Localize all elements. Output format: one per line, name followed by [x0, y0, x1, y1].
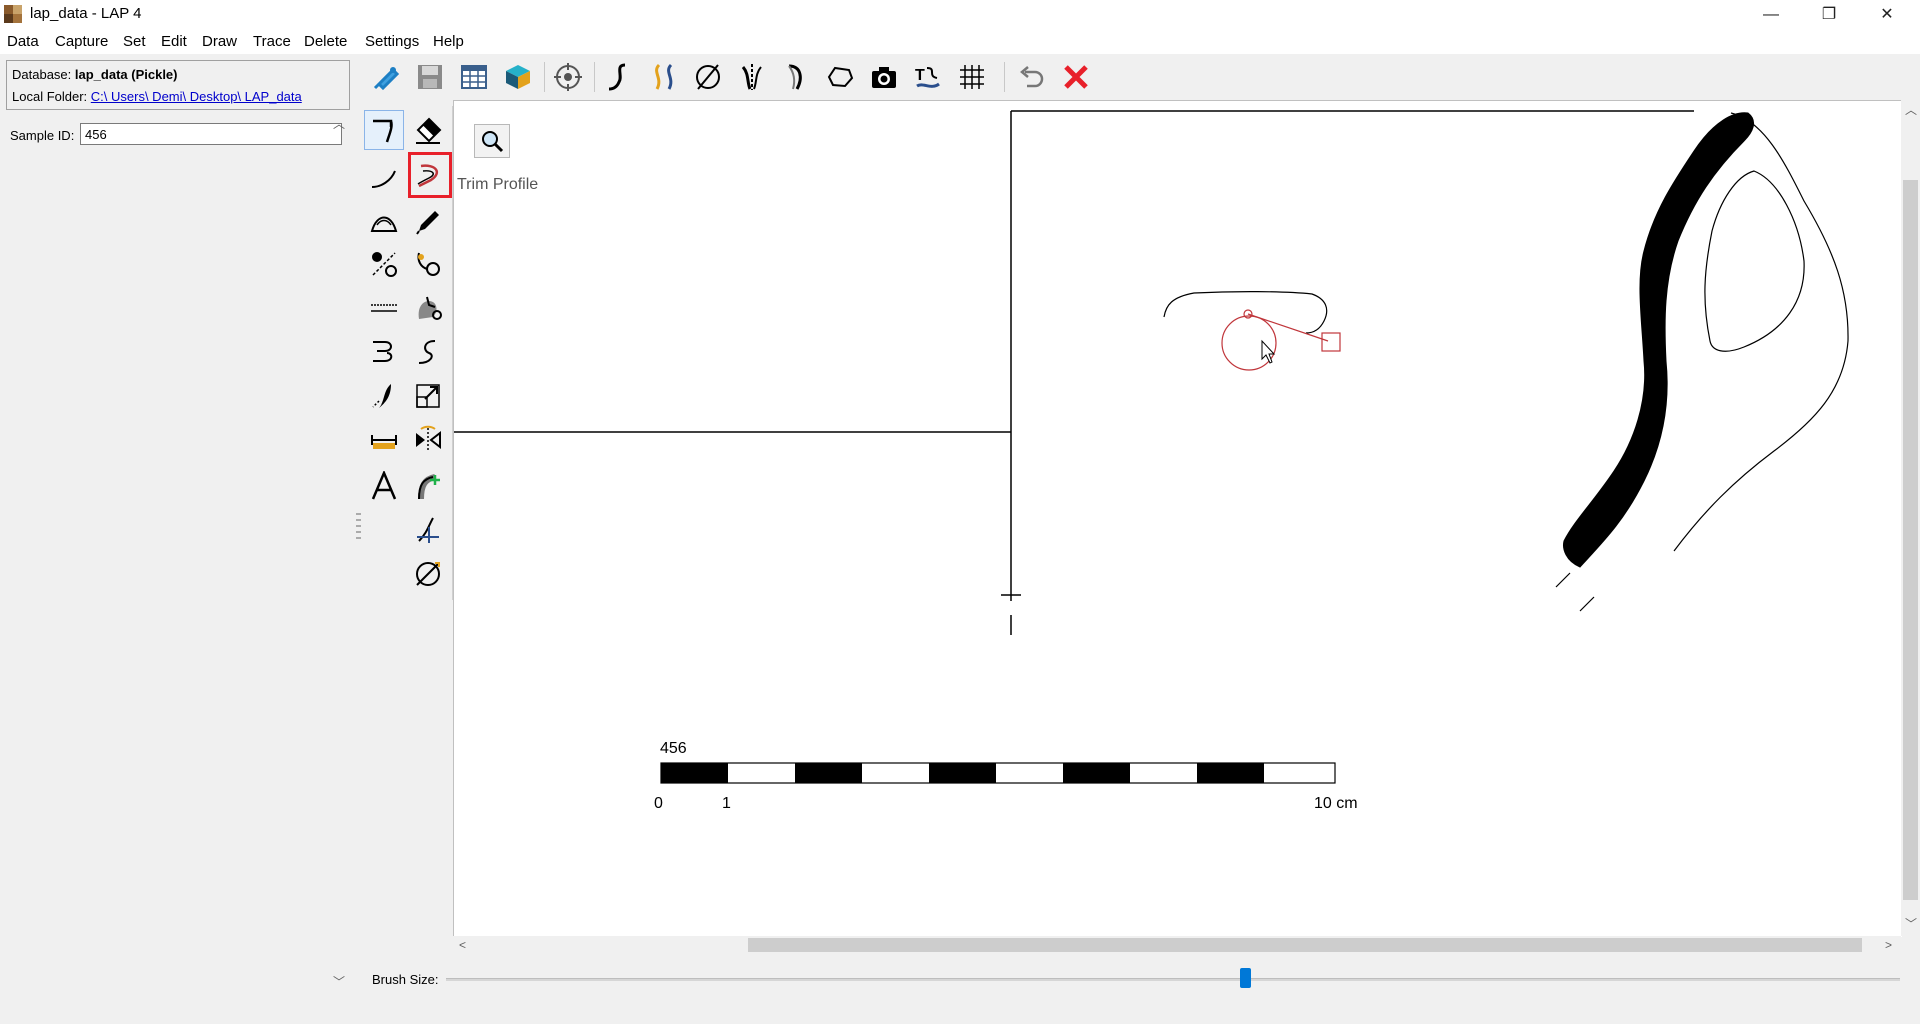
- menu-delete[interactable]: Delete: [304, 33, 347, 50]
- arc-tool-icon[interactable]: [364, 202, 404, 242]
- left-panel-scrollbar[interactable]: ︿ ﹀: [330, 118, 346, 990]
- main-toolbar: T: [352, 54, 1920, 100]
- menu-draw[interactable]: Draw: [202, 33, 237, 50]
- handle-icon[interactable]: [778, 60, 814, 94]
- close-button[interactable]: ✕: [1858, 0, 1916, 30]
- brush-size-slider[interactable]: [446, 978, 1900, 981]
- scroll-up-icon[interactable]: ︿: [1905, 104, 1917, 116]
- eraser-icon[interactable]: [408, 110, 448, 150]
- cancel-icon[interactable]: [1058, 60, 1094, 94]
- scroll-right-icon[interactable]: >: [1885, 939, 1892, 951]
- scroll-down-icon[interactable]: ﹀: [1905, 918, 1917, 930]
- sample-id-label: Sample ID:: [10, 128, 75, 143]
- cursor-icon: [1261, 339, 1276, 364]
- title-bar: lap_data - LAP 4 — ❐ ✕: [0, 0, 1920, 30]
- drawing-canvas[interactable]: [453, 100, 1902, 937]
- add-handle-icon[interactable]: [408, 466, 448, 506]
- menu-data[interactable]: Data: [7, 33, 39, 50]
- toolbar-separator: [544, 62, 545, 92]
- sample-id-input[interactable]: [80, 123, 342, 145]
- capture-pen-icon[interactable]: [368, 60, 404, 94]
- scroll-up-icon[interactable]: ︿: [333, 118, 345, 130]
- text-tool-icon[interactable]: [364, 466, 404, 506]
- offset-curve-icon[interactable]: [364, 332, 404, 372]
- menu-capture[interactable]: Capture: [55, 33, 108, 50]
- add-line-icon[interactable]: [408, 510, 448, 550]
- brush-size-label: Brush Size:: [372, 972, 439, 987]
- scroll-left-icon[interactable]: <: [459, 939, 466, 951]
- join-points-icon[interactable]: [408, 244, 448, 284]
- pencil-icon[interactable]: [408, 202, 448, 242]
- resize-icon[interactable]: [408, 376, 448, 416]
- text-trace-icon[interactable]: T: [910, 60, 946, 94]
- split-points-icon[interactable]: [364, 244, 404, 284]
- toolbar-separator: [594, 62, 595, 92]
- tool-tooltip: Trim Profile: [457, 176, 539, 193]
- thickness-icon[interactable]: [364, 376, 404, 416]
- database-name: lap_data (Pickle): [74, 67, 178, 82]
- left-panel: [0, 112, 350, 1024]
- minimize-button[interactable]: —: [1742, 0, 1800, 30]
- diameter-tool-icon[interactable]: [408, 554, 448, 594]
- grid-icon[interactable]: [954, 60, 990, 94]
- select-profile-icon[interactable]: [364, 110, 404, 150]
- window-title: lap_data - LAP 4: [30, 5, 142, 22]
- scale-bar-sample-id: 456: [660, 740, 687, 757]
- scale-label-end: 10 cm: [1314, 795, 1358, 812]
- table-icon[interactable]: [456, 60, 492, 94]
- scale-label-one: 1: [722, 795, 731, 812]
- measure-icon[interactable]: [364, 420, 404, 460]
- menu-bar: Data Capture Set Edit Draw Trace Delete …: [0, 30, 1920, 54]
- double-curve-icon[interactable]: [646, 60, 682, 94]
- profile-curve-icon[interactable]: [602, 60, 638, 94]
- menu-help[interactable]: Help: [433, 33, 464, 50]
- fill-shape-icon[interactable]: [408, 288, 448, 328]
- database-line: Database: lap_data (Pickle): [12, 67, 178, 82]
- dashed-line-icon[interactable]: [364, 288, 404, 328]
- scroll-down-icon[interactable]: ﹀: [333, 976, 345, 988]
- line-curve-icon[interactable]: [364, 158, 404, 198]
- database-label: Database:: [12, 67, 72, 82]
- menu-settings[interactable]: Settings: [365, 33, 419, 50]
- profile-drawing: [454, 110, 1849, 784]
- polygon-icon[interactable]: [822, 60, 858, 94]
- scale-label-zero: 0: [654, 795, 663, 812]
- 3d-box-icon[interactable]: [500, 60, 536, 94]
- brush-size-thumb[interactable]: [1240, 968, 1252, 988]
- palette-grip-icon[interactable]: [356, 512, 362, 542]
- folder-link[interactable]: C:\ Users\ Demi\ Desktop\ LAP_data: [91, 89, 302, 104]
- s-curve-icon[interactable]: [408, 332, 448, 372]
- camera-icon[interactable]: [866, 60, 902, 94]
- horizontal-scroll-thumb[interactable]: [748, 938, 1862, 952]
- undo-icon[interactable]: [1014, 60, 1050, 94]
- zoom-button[interactable]: [474, 124, 510, 158]
- menu-edit[interactable]: Edit: [161, 33, 187, 50]
- tool-palette: [362, 106, 453, 600]
- app-icon: [4, 5, 22, 23]
- maximize-button[interactable]: ❐: [1800, 0, 1858, 30]
- folder-line: Local Folder: C:\ Users\ Demi\ Desktop\ …: [12, 89, 302, 104]
- target-icon[interactable]: [550, 60, 586, 94]
- menu-set[interactable]: Set: [123, 33, 146, 50]
- menu-trace[interactable]: Trace: [253, 33, 291, 50]
- database-info: Database: lap_data (Pickle) Local Folder…: [6, 60, 350, 110]
- save-icon[interactable]: [412, 60, 448, 94]
- toolbar-separator: [1004, 62, 1005, 92]
- scale-bar: [660, 762, 1336, 784]
- trim-profile-icon[interactable]: [408, 152, 452, 198]
- vertical-scroll-thumb[interactable]: [1903, 180, 1918, 900]
- centerline-icon[interactable]: [734, 60, 770, 94]
- diameter-icon[interactable]: [690, 60, 726, 94]
- magnifier-icon: [482, 131, 504, 153]
- svg-text:T: T: [915, 67, 925, 84]
- folder-label: Local Folder:: [12, 89, 88, 104]
- mirror-icon[interactable]: [408, 420, 448, 460]
